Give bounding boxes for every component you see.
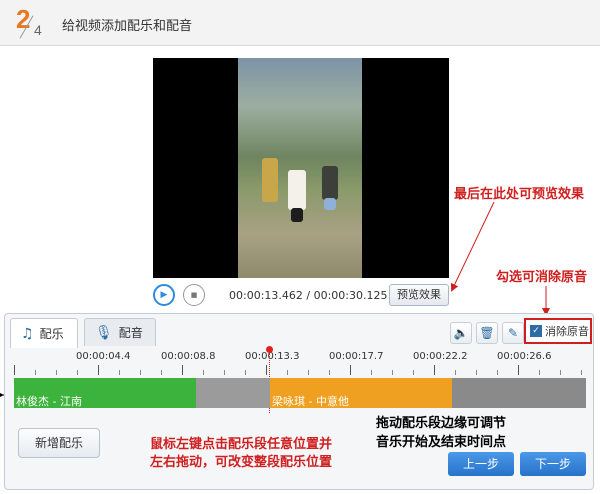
track-gap — [196, 378, 270, 408]
tab-music[interactable]: ♫ 配乐 — [10, 318, 78, 348]
tick-minor — [245, 370, 246, 375]
tick-minor — [308, 370, 309, 375]
speaker-icon: 🔈 — [453, 326, 469, 340]
annotation-drag-edge-line2: 音乐开始及结束时间点 — [376, 435, 507, 450]
annotation-drag-segment-line2: 左右拖动，可改变整段配乐位置 — [150, 455, 333, 470]
preview-button[interactable]: 预览效果 — [389, 284, 449, 306]
tick-minor — [413, 370, 414, 375]
time-display: 00:00:13.462 / 00:00:30.125 — [229, 289, 388, 302]
trash-icon: 🗑 — [479, 326, 495, 340]
video-figure — [322, 166, 338, 200]
annotation-preview: 最后在此处可预览效果 — [454, 187, 585, 202]
tick-major — [14, 365, 15, 375]
annotation-mute: 勾选可消除原音 — [496, 270, 588, 285]
tick-major — [350, 365, 351, 375]
tick-minor — [497, 370, 498, 375]
music-note-icon: ♫ — [21, 325, 34, 342]
tick-major — [98, 365, 99, 375]
annotation-drag-segment: 鼠标左键点击配乐段任意位置并 左右拖动，可改变整段配乐位置 — [150, 436, 332, 472]
tick-minor — [371, 370, 372, 375]
ruler-tick-label: 00:00:08.8 — [161, 351, 216, 362]
video-frame — [238, 58, 362, 278]
tick-minor — [581, 370, 582, 375]
arrow-to-preview — [450, 201, 495, 292]
ruler-tick-label: 00:00:17.7 — [329, 351, 384, 362]
video-preview[interactable] — [153, 58, 449, 278]
tick-major — [266, 365, 267, 375]
play-icon[interactable]: ▶ — [153, 284, 175, 306]
annotation-drag-segment-line1: 鼠标左键点击配乐段任意位置并 — [150, 437, 333, 452]
tick-minor — [476, 370, 477, 375]
tab-music-label: 配乐 — [39, 327, 64, 341]
tick-minor — [329, 370, 330, 375]
step-total: 4 — [34, 22, 42, 38]
tick-minor — [539, 370, 540, 375]
mute-original-toggle[interactable]: ✓ 消除原音 — [524, 318, 592, 344]
tick-major — [434, 365, 435, 375]
tick-minor — [287, 370, 288, 375]
tick-minor — [140, 370, 141, 375]
ruler-tick-label: 00:00:04.4 — [76, 351, 131, 362]
music-track[interactable]: 林俊杰 - 江南 梁咏琪 - 中意他 — [14, 378, 586, 408]
ruler-tick-label: 00:00:13.3 — [245, 351, 300, 362]
video-figure — [291, 208, 303, 222]
page-title: 给视频添加配乐和配音 — [62, 19, 193, 34]
tick-minor — [392, 370, 393, 375]
tick-minor — [203, 370, 204, 375]
annotation-drag-edge-line1: 拖动配乐段边缘可调节 — [376, 416, 507, 431]
volume-button[interactable]: 🔈 — [450, 322, 472, 344]
stop-icon[interactable]: ■ — [183, 284, 205, 306]
add-music-button[interactable]: 新增配乐 — [18, 428, 100, 458]
next-step-button[interactable]: 下一步 — [520, 452, 586, 476]
tick-minor — [224, 370, 225, 375]
mute-original-label: 消除原音 — [545, 325, 589, 338]
annotation-drag-edge: 拖动配乐段边缘可调节 音乐开始及结束时间点 — [376, 414, 506, 452]
mute-original-checkbox[interactable]: ✓ — [530, 325, 542, 337]
player-controls: ▶ ■ 00:00:13.462 / 00:00:30.125 预览效果 — [153, 284, 453, 308]
video-figure — [288, 170, 306, 210]
music-segment-2[interactable]: 梁咏琪 - 中意他 — [270, 378, 452, 408]
ruler-tick-label: 00:00:22.2 — [413, 351, 468, 362]
playhead-handle[interactable] — [266, 346, 273, 353]
video-figure — [324, 198, 336, 210]
tab-voiceover[interactable]: 🎙 配音 — [84, 318, 156, 346]
tab-voiceover-label: 配音 — [118, 326, 143, 340]
prev-step-button[interactable]: 上一步 — [448, 452, 514, 476]
tick-minor — [56, 370, 57, 375]
timeline-ruler[interactable]: 00:00:04.4 00:00:08.8 00:00:13.3 00:00:1… — [14, 348, 586, 378]
tick-major — [182, 365, 183, 375]
brush-icon: ✎ — [507, 326, 519, 340]
tick-minor — [455, 370, 456, 375]
tick-minor — [560, 370, 561, 375]
tick-minor — [119, 370, 120, 375]
delete-button[interactable]: 🗑 — [476, 322, 498, 344]
edit-button[interactable]: ✎ — [502, 322, 524, 344]
step-header: 2 4 给视频添加配乐和配音 — [0, 0, 600, 46]
tick-minor — [77, 370, 78, 375]
video-figure — [262, 158, 278, 202]
microphone-icon: 🎙 — [95, 324, 113, 341]
ruler-tick-label: 00:00:26.6 — [497, 351, 552, 362]
music-segment-1[interactable]: 林俊杰 - 江南 — [14, 378, 196, 408]
tick-major — [518, 365, 519, 375]
tick-minor — [35, 370, 36, 375]
tick-minor — [161, 370, 162, 375]
